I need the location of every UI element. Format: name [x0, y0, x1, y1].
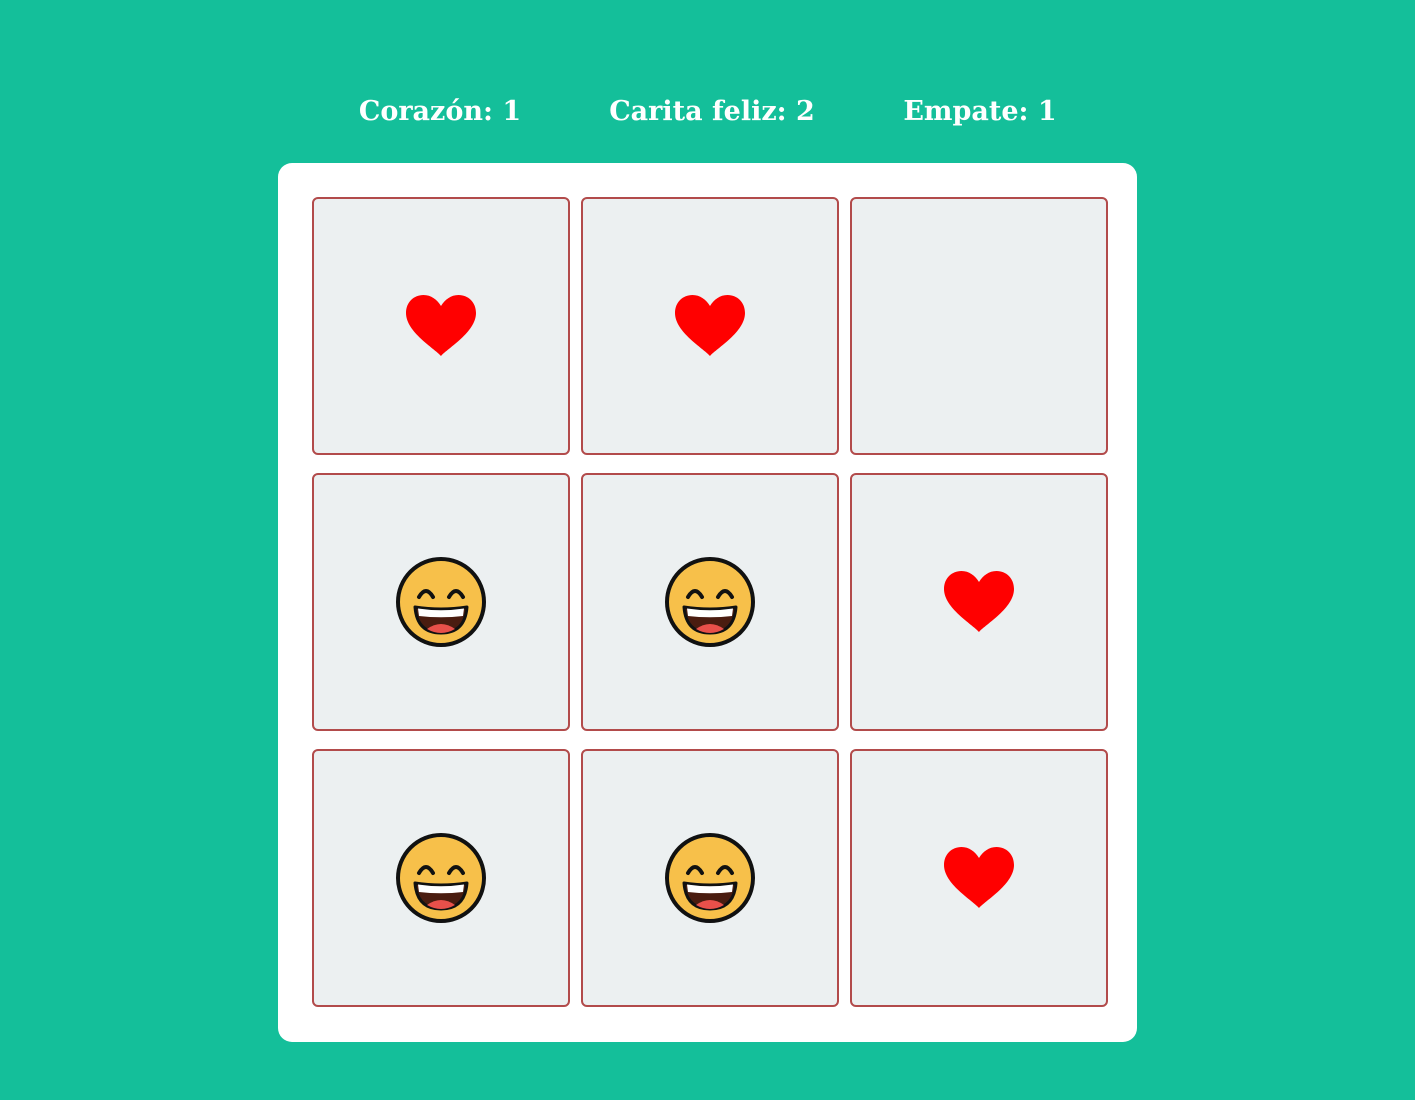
cell-r1c3[interactable]	[850, 197, 1108, 455]
cell-r1c1[interactable]	[312, 197, 570, 455]
smiley-icon	[665, 557, 755, 647]
cell-r2c2[interactable]	[581, 473, 839, 731]
smiley-icon	[396, 833, 486, 923]
cell-r3c1[interactable]	[312, 749, 570, 1007]
cell-r3c2[interactable]	[581, 749, 839, 1007]
cell-r3c3[interactable]	[850, 749, 1108, 1007]
cell-r1c2[interactable]	[581, 197, 839, 455]
game-board	[278, 163, 1137, 1042]
smiley-score: Carita feliz: 2	[609, 96, 815, 127]
smiley-icon	[665, 833, 755, 923]
heart-score: Corazón: 1	[358, 96, 522, 127]
cell-r2c3[interactable]	[850, 473, 1108, 731]
smiley-icon	[396, 557, 486, 647]
tie-score: Empate: 1	[903, 96, 1057, 127]
heart-icon	[944, 571, 1014, 632]
heart-icon	[406, 295, 476, 356]
heart-icon	[944, 847, 1014, 908]
cell-r2c1[interactable]	[312, 473, 570, 731]
heart-icon	[675, 295, 745, 356]
board-grid	[312, 197, 1108, 1007]
scoreboard: Corazón: 1 Carita feliz: 2 Empate: 1	[0, 88, 1415, 136]
